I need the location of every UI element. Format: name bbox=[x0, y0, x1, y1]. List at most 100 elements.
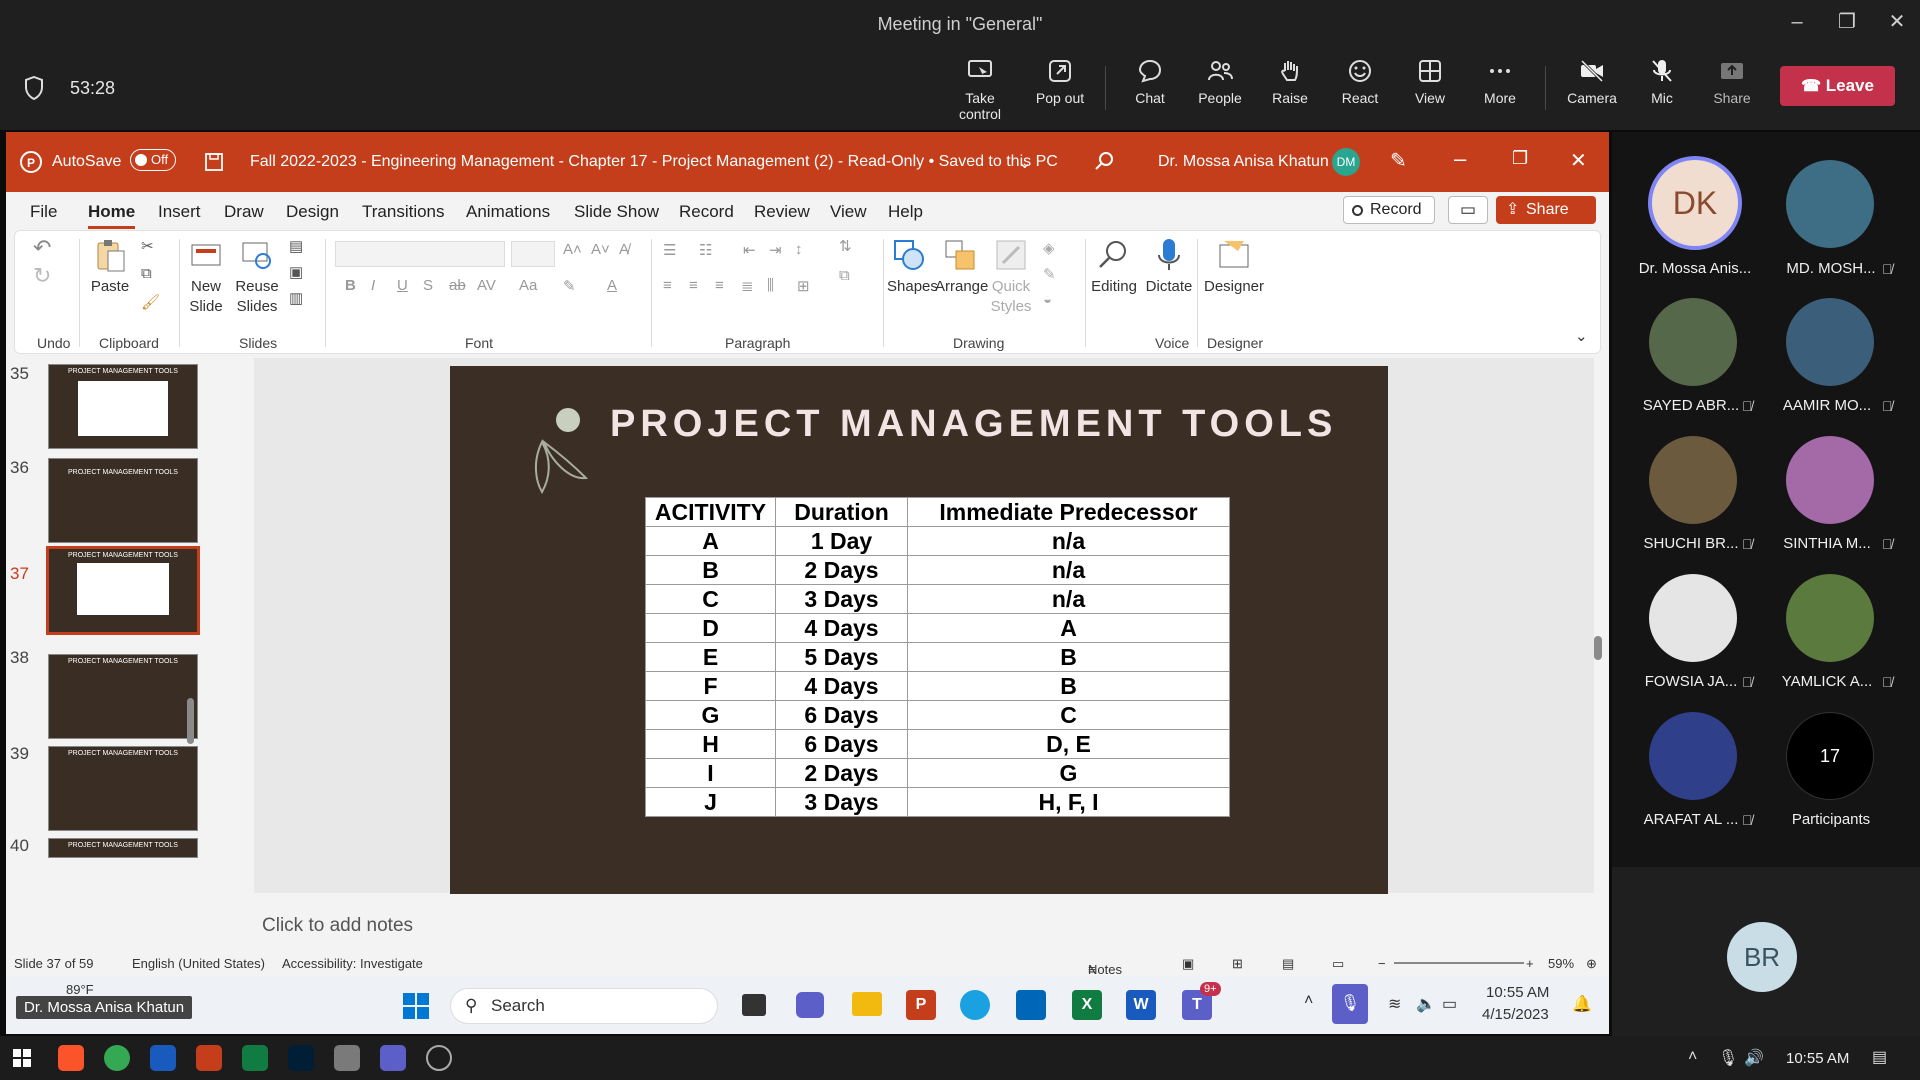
taskbar-clock[interactable]: 10:55 AM bbox=[1486, 984, 1549, 1001]
format-painter-icon[interactable]: 🖌 bbox=[141, 293, 160, 311]
notifications-icon[interactable]: 🔔 bbox=[1572, 994, 1592, 1014]
columns-icon[interactable]: ⫼ bbox=[767, 277, 774, 294]
underline-icon[interactable]: U bbox=[397, 277, 408, 294]
slide-thumbnail[interactable]: PROJECT MANAGEMENT TOOLS bbox=[48, 838, 198, 858]
tab-view[interactable]: View bbox=[830, 202, 867, 222]
avatar[interactable] bbox=[1786, 298, 1874, 386]
title-dropdown-icon[interactable]: ⌄ bbox=[1018, 153, 1031, 173]
shape-fill-icon[interactable]: ◈ bbox=[1043, 239, 1055, 257]
close-icon[interactable]: ✕ bbox=[1877, 0, 1917, 48]
section-icon[interactable]: ▥ bbox=[289, 289, 303, 307]
tab-review[interactable]: Review bbox=[754, 202, 810, 222]
edge-icon[interactable] bbox=[960, 990, 990, 1020]
shadow-icon[interactable]: S bbox=[423, 277, 433, 294]
zoom-in-icon[interactable]: + bbox=[1526, 956, 1534, 971]
zoom-slider[interactable] bbox=[1394, 962, 1524, 964]
justify-icon[interactable]: ≣ bbox=[741, 277, 754, 295]
numbering-icon[interactable]: ☷ bbox=[699, 241, 712, 259]
teams-chat-icon[interactable] bbox=[796, 992, 824, 1018]
restore-icon[interactable]: ❐ bbox=[1827, 0, 1867, 48]
font-color-icon[interactable]: A bbox=[607, 277, 617, 294]
autosave-toggle[interactable]: Off bbox=[130, 149, 176, 171]
record-button[interactable]: Record bbox=[1343, 196, 1435, 224]
align-text-icon[interactable]: ⊞ bbox=[797, 277, 810, 295]
copy-icon[interactable]: ⧉ bbox=[141, 265, 152, 282]
excel-icon[interactable] bbox=[242, 1045, 268, 1071]
reset-icon[interactable]: ▣ bbox=[289, 263, 303, 281]
dictate-button[interactable]: Dictate bbox=[1145, 237, 1193, 297]
avatar[interactable] bbox=[1786, 160, 1874, 248]
notification-center-icon[interactable]: ▤ bbox=[1872, 1047, 1887, 1067]
clock-app-icon[interactable] bbox=[426, 1045, 452, 1071]
comments-icon[interactable]: ▭ bbox=[1448, 196, 1488, 224]
windows-start-icon[interactable] bbox=[402, 992, 430, 1020]
raise-hand-button[interactable]: Raise bbox=[1255, 58, 1325, 106]
quick-styles-button[interactable]: Quick Styles bbox=[989, 237, 1033, 317]
cut-icon[interactable]: ✂ bbox=[141, 237, 154, 255]
slide-sorter-icon[interactable]: ⊞ bbox=[1232, 956, 1243, 972]
app-icon[interactable] bbox=[334, 1045, 360, 1071]
language-status[interactable]: English (United States) bbox=[132, 956, 265, 971]
mic-button[interactable]: Mic bbox=[1627, 58, 1697, 106]
pen-icon[interactable]: ✎ bbox=[1390, 148, 1407, 173]
avatar[interactable] bbox=[1649, 712, 1737, 800]
close-icon[interactable]: ✕ bbox=[1570, 148, 1587, 173]
take-control-button[interactable]: Take control bbox=[945, 58, 1015, 122]
minimize-icon[interactable]: – bbox=[1454, 146, 1466, 172]
teams-icon[interactable] bbox=[380, 1045, 406, 1071]
strikethrough-icon[interactable]: ab bbox=[449, 277, 466, 294]
slide-scrollbar[interactable] bbox=[1594, 636, 1602, 660]
shape-outline-icon[interactable]: ✎ bbox=[1043, 265, 1056, 283]
pop-out-button[interactable]: Pop out bbox=[1025, 58, 1095, 106]
self-avatar[interactable]: BR bbox=[1727, 922, 1797, 992]
avatar[interactable] bbox=[1786, 436, 1874, 524]
wifi-icon[interactable]: ≋ bbox=[1388, 994, 1401, 1014]
signed-in-user[interactable]: Dr. Mossa Anisa Khatun bbox=[1158, 153, 1329, 171]
taskbar-search[interactable]: ⚲ Search bbox=[450, 988, 718, 1024]
slide-thumbnail[interactable]: PROJECT MANAGEMENT TOOLS bbox=[48, 458, 198, 543]
chevron-up-icon[interactable]: ˄ bbox=[1688, 1048, 1697, 1066]
undo-icon[interactable]: ↶ bbox=[33, 235, 51, 261]
volume-icon[interactable]: 🔈 bbox=[1416, 994, 1436, 1014]
clear-formatting-icon[interactable]: A̸ bbox=[619, 241, 629, 258]
fit-slide-icon[interactable]: ⊕ bbox=[1586, 956, 1597, 972]
bullets-icon[interactable]: ☰ bbox=[663, 241, 676, 259]
slideshow-icon[interactable]: ▭ bbox=[1332, 956, 1344, 972]
powerpoint-icon[interactable] bbox=[196, 1045, 222, 1071]
tab-home[interactable]: Home bbox=[88, 202, 136, 229]
tab-design[interactable]: Design bbox=[286, 202, 339, 222]
save-icon[interactable] bbox=[204, 152, 224, 172]
word-icon[interactable] bbox=[150, 1045, 176, 1071]
shrink-font-icon[interactable]: A˅ bbox=[591, 241, 610, 258]
view-button[interactable]: View bbox=[1395, 58, 1465, 106]
font-size-select[interactable] bbox=[511, 241, 555, 267]
leave-button[interactable]: ☎ Leave bbox=[1780, 66, 1895, 106]
store-icon[interactable] bbox=[1016, 990, 1046, 1020]
minimize-icon[interactable]: – bbox=[1777, 0, 1817, 48]
word-icon[interactable]: W bbox=[1126, 990, 1156, 1020]
tab-draw[interactable]: Draw bbox=[224, 202, 264, 222]
system-clock[interactable]: 10:55 AM bbox=[1786, 1050, 1849, 1067]
editing-button[interactable]: Editing bbox=[1089, 237, 1139, 297]
document-title[interactable]: Fall 2022-2023 - Engineering Management … bbox=[250, 153, 1058, 171]
thumbnail-scrollbar[interactable] bbox=[187, 698, 194, 744]
paste-button[interactable]: Paste bbox=[85, 237, 135, 297]
avatar[interactable] bbox=[1649, 298, 1737, 386]
line-spacing-icon[interactable]: ↕ bbox=[795, 241, 803, 258]
tab-file[interactable]: File bbox=[30, 202, 57, 222]
change-case-icon[interactable]: Aa bbox=[519, 277, 537, 294]
italic-icon[interactable]: I bbox=[371, 277, 375, 294]
accessibility-status[interactable]: Accessibility: Investigate bbox=[282, 956, 423, 971]
share-screen-button[interactable]: Share bbox=[1697, 58, 1767, 106]
highlight-icon[interactable]: ✎ bbox=[563, 277, 576, 295]
taskbar-date[interactable]: 4/15/2023 bbox=[1482, 1006, 1549, 1023]
zoom-out-icon[interactable]: − bbox=[1378, 956, 1386, 971]
decrease-indent-icon[interactable]: ⇤ bbox=[743, 241, 756, 259]
powerpoint-icon[interactable]: P bbox=[906, 990, 936, 1020]
brave-browser-icon[interactable] bbox=[58, 1045, 84, 1071]
avatar[interactable] bbox=[1649, 574, 1737, 662]
camera-button[interactable]: Camera bbox=[1557, 58, 1627, 106]
avatar[interactable] bbox=[1786, 574, 1874, 662]
align-right-icon[interactable]: ≡ bbox=[715, 277, 724, 294]
avatar[interactable]: DK bbox=[1648, 156, 1742, 250]
